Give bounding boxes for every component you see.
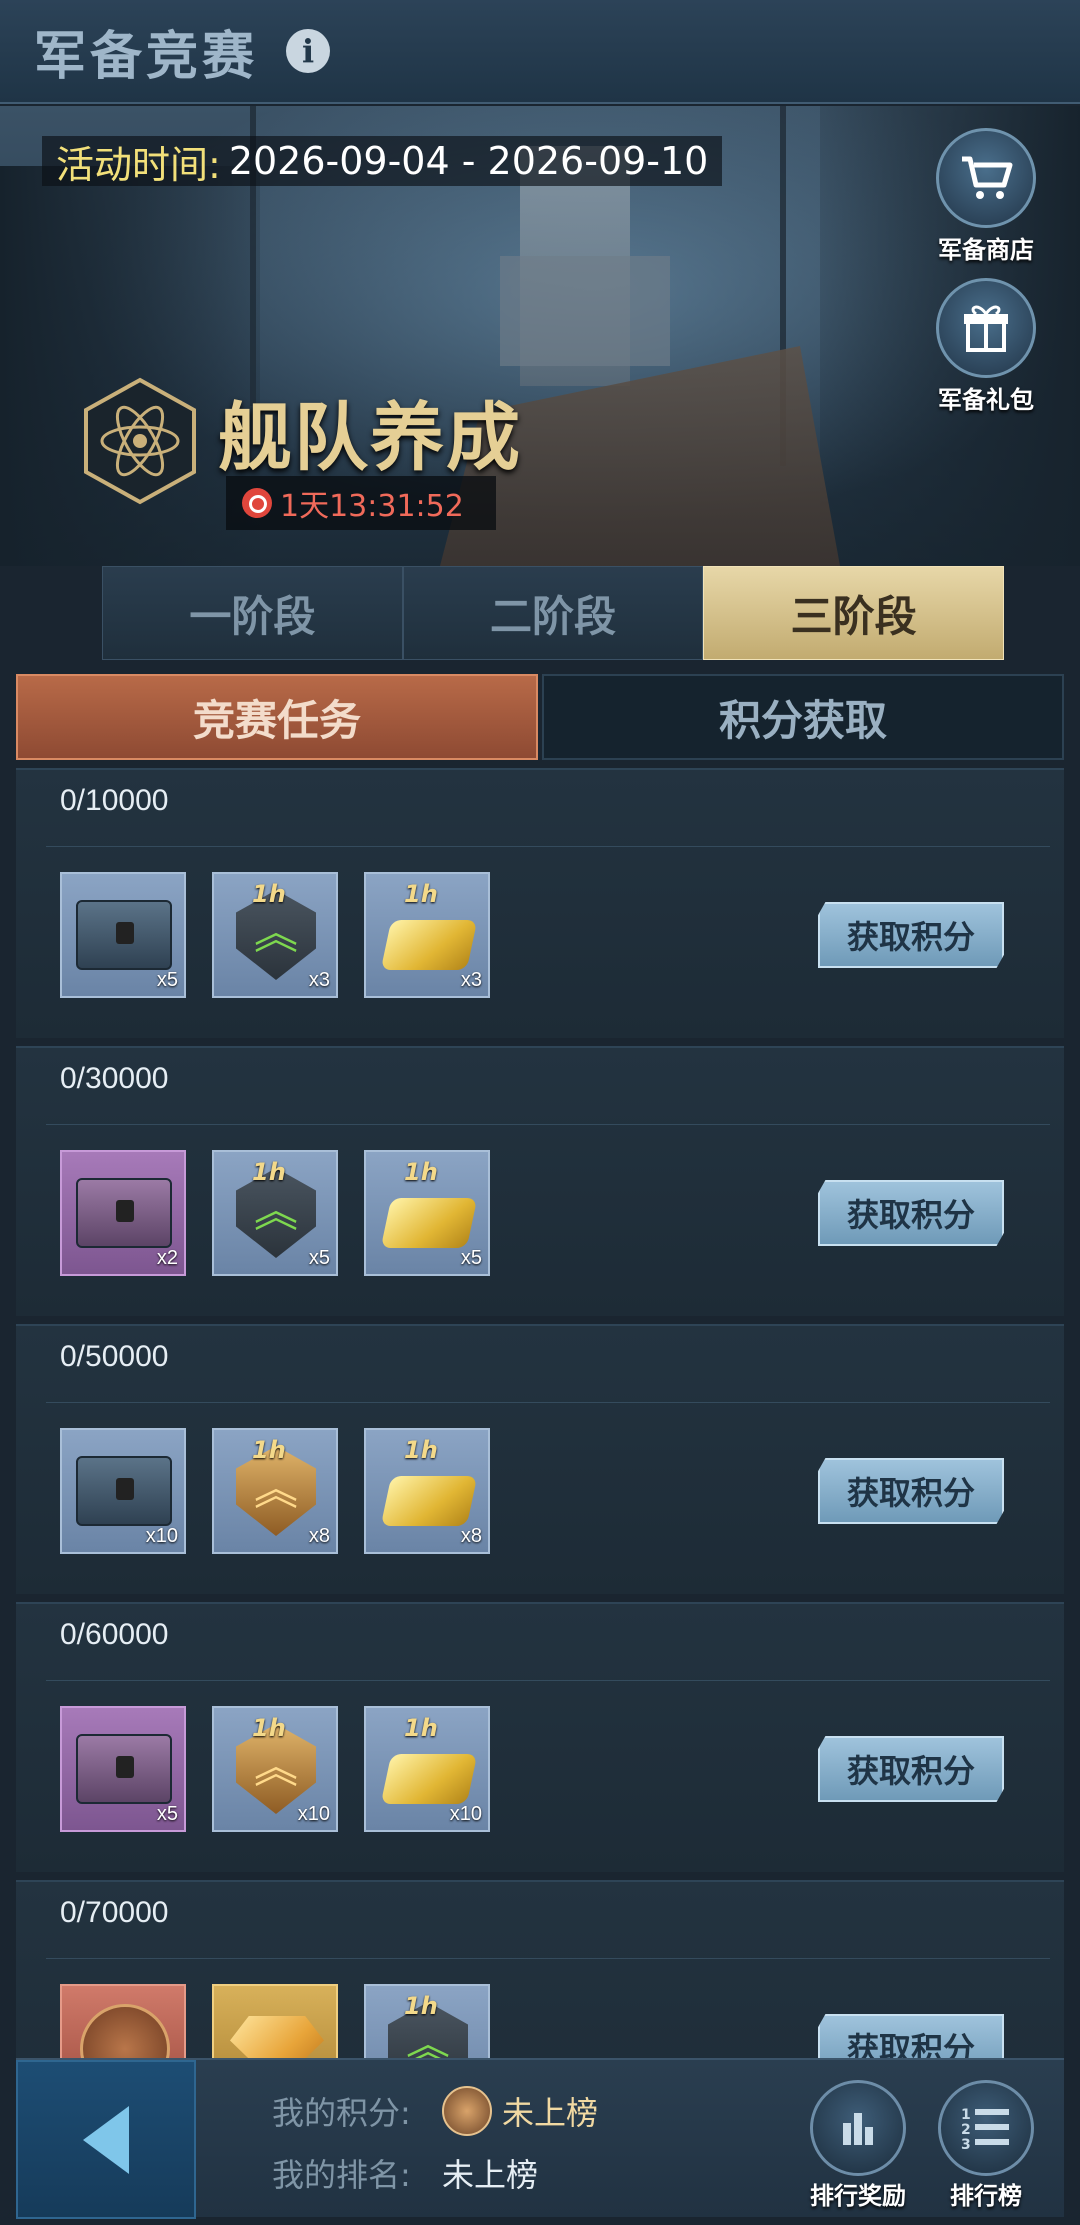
green-speedup-1h-icon[interactable]: 1h (364, 1984, 490, 2060)
purple-chest-icon[interactable]: x2 (60, 1150, 186, 1276)
tab-race-tasks[interactable]: 竞赛任务 (16, 674, 538, 760)
green-speedup-1h-icon[interactable]: 1hx5 (212, 1150, 338, 1276)
item-qty: x5 (460, 1247, 482, 1269)
page-title: 军备竞赛 (34, 26, 259, 87)
get-points-button[interactable]: 获取积分 (818, 902, 1004, 968)
item-qty: x10 (145, 1525, 178, 1547)
info-icon[interactable]: i (286, 29, 331, 73)
gold-bar-1h-icon[interactable]: 1h x10 (364, 1706, 490, 1832)
my-rank-label: 我的排名: (272, 2156, 411, 2194)
get-points-button[interactable]: 获取积分 (818, 2014, 1004, 2060)
rank-badge-icon (442, 2086, 492, 2136)
leaderboard-list-icon: 123 (938, 2080, 1034, 2176)
my-score-label: 我的积分: (272, 2094, 411, 2132)
item-qty: x3 (308, 969, 330, 991)
clock-icon (242, 488, 272, 518)
gold-speedup-1h-icon[interactable]: 1hx10 (212, 1706, 338, 1832)
reward-items: x10 1hx8 1hx8 (60, 1428, 490, 1554)
blue-chest-icon[interactable]: x10 (60, 1428, 186, 1554)
tab-stage-1[interactable]: 一阶段 (102, 566, 403, 660)
reward-items: x2 1hx5 1hx5 (60, 1150, 490, 1276)
task-list[interactable]: 0/10000 x5 1hx3 1hx3 获取积分 0/30000 x2 1hx… (16, 768, 1064, 2060)
item-qty: x5 (308, 1247, 330, 1269)
svg-text:3: 3 (961, 2137, 971, 2153)
green-speedup-1h-icon[interactable]: 1hx3 (212, 872, 338, 998)
cart-icon (936, 128, 1036, 228)
my-rank-row: 我的排名: 未上榜 (272, 2150, 538, 2196)
item-qty: x10 (449, 1803, 482, 1825)
get-points-button[interactable]: 获取积分 (818, 1458, 1004, 1524)
banner-ship-bridge (500, 256, 670, 366)
gold-bar-1h-icon[interactable]: 1h x8 (364, 1428, 490, 1554)
get-points-button[interactable]: 获取积分 (818, 1180, 1004, 1246)
countdown-timer: 1天13:31:52 (226, 476, 496, 530)
my-rank-value: 未上榜 (442, 2156, 539, 2194)
event-time: 活动时间: 2026-09-04 - 2026-09-10 (42, 136, 723, 187)
gift-pack-label: 军备礼包 (938, 386, 1034, 414)
get-points-button[interactable]: 获取积分 (818, 1736, 1004, 1802)
rank-reward-button[interactable]: 排行奖励 (798, 2080, 918, 2211)
tab-stage-3[interactable]: 三阶段 (703, 566, 1005, 660)
event-time-value: 2026-09-04 - 2026-09-10 (228, 139, 709, 183)
blue-chest-icon[interactable]: x5 (60, 872, 186, 998)
item-qty: x8 (460, 1525, 482, 1547)
stage-tabs: 一阶段 二阶段 三阶段 (102, 566, 1005, 660)
atom-emblem-icon (80, 376, 200, 506)
gold-bar-1h-icon[interactable]: 1h x3 (364, 872, 490, 998)
item-qty: x5 (156, 1803, 178, 1825)
item-qty: x10 (297, 1803, 330, 1825)
countdown-value: 1天13:31:52 (280, 489, 464, 524)
back-button[interactable] (16, 2060, 196, 2219)
shop-label: 军备商店 (938, 236, 1034, 264)
tab-stage-2[interactable]: 二阶段 (402, 566, 704, 660)
stage-title: 舰队养成 (218, 395, 522, 481)
rank-reward-label: 排行奖励 (810, 2182, 906, 2210)
bottom-bar: 我的积分: 未上榜 我的排名: 未上榜 排行奖励 123 排行榜 (16, 2058, 1064, 2219)
trophy-icon (810, 2080, 906, 2176)
list-item: 0/30000 x2 1hx5 1hx5 获取积分 (16, 1046, 1064, 1316)
reward-items: x5 1hx10 1hx10 (60, 1706, 490, 1832)
item-qty: x3 (460, 969, 482, 991)
list-item: 0/10000 x5 1hx3 1hx3 获取积分 (16, 768, 1064, 1038)
divider (46, 1402, 1050, 1403)
task-progress: 0/60000 (60, 1618, 169, 1651)
divider (46, 846, 1050, 847)
gold-diamond-icon[interactable] (212, 1984, 338, 2060)
task-progress: 0/10000 (60, 784, 169, 817)
red-medal-icon[interactable] (60, 1984, 186, 2060)
list-item: 0/60000 x5 1hx10 1hx10 获取积分 (16, 1602, 1064, 1872)
shop-button[interactable]: 军备商店 (926, 128, 1046, 265)
divider (46, 1680, 1050, 1681)
item-qty: x2 (156, 1247, 178, 1269)
my-score-row: 我的积分: 未上榜 (272, 2086, 598, 2136)
tab-earn-points[interactable]: 积分获取 (542, 674, 1064, 760)
event-banner: 活动时间: 2026-09-04 - 2026-09-10 军备商店 军备礼包 … (0, 106, 1080, 566)
divider (46, 1958, 1050, 1959)
gold-bar-1h-icon[interactable]: 1h x5 (364, 1150, 490, 1276)
reward-items: 1h (60, 1984, 490, 2060)
list-item: 0/70000 1h 获取积分 (16, 1880, 1064, 2060)
svg-text:2: 2 (961, 2122, 971, 2138)
reward-items: x5 1hx3 1hx3 (60, 872, 490, 998)
top-bar: 军备竞赛 i (0, 0, 1080, 104)
list-item: 0/50000 x10 1hx8 1hx8 获取积分 (16, 1324, 1064, 1594)
leaderboard-button[interactable]: 123 排行榜 (926, 2080, 1046, 2211)
task-progress: 0/50000 (60, 1340, 169, 1373)
event-time-label: 活动时间: (56, 142, 221, 187)
divider (46, 1124, 1050, 1125)
task-progress: 0/30000 (60, 1062, 169, 1095)
gift-pack-button[interactable]: 军备礼包 (926, 278, 1046, 415)
leaderboard-label: 排行榜 (950, 2182, 1022, 2210)
main-tabs: 竞赛任务 积分获取 (16, 674, 1064, 760)
task-progress: 0/70000 (60, 1896, 169, 1929)
item-qty: x8 (308, 1525, 330, 1547)
purple-chest-icon[interactable]: x5 (60, 1706, 186, 1832)
back-arrow-icon (83, 2105, 129, 2174)
item-qty: x5 (156, 969, 178, 991)
svg-text:1: 1 (961, 2107, 971, 2123)
gold-speedup-1h-icon[interactable]: 1hx8 (212, 1428, 338, 1554)
gift-icon (936, 278, 1036, 378)
my-score-value: 未上榜 (502, 2094, 599, 2132)
